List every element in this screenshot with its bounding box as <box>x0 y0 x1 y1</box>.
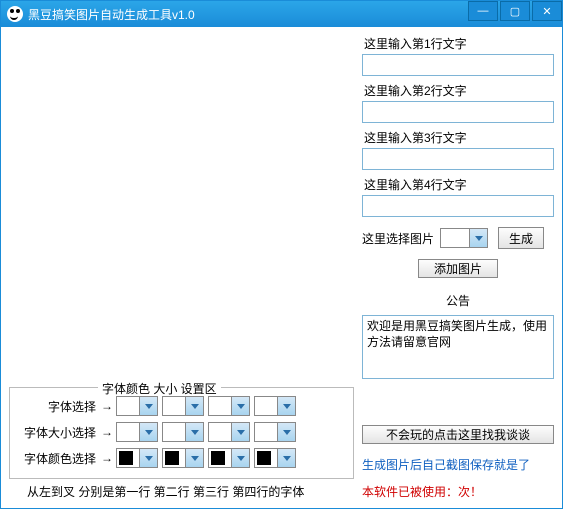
chevron-down-icon <box>139 423 157 441</box>
image-combo[interactable] <box>440 228 488 248</box>
color-select-row: 字体颜色选择 → <box>16 446 347 470</box>
image-canvas <box>9 35 354 387</box>
minimize-button[interactable]: — <box>468 1 498 21</box>
window-title: 黑豆搞笑图片自动生成工具v1.0 <box>28 6 466 23</box>
group-title: 字体颜色 大小 设置区 <box>98 380 221 397</box>
help-link-button[interactable]: 不会玩的点击这里找我谈谈 <box>362 425 554 444</box>
info-save-hint: 生成图片后自己截图保存就是了 <box>362 456 554 473</box>
add-image-button[interactable]: 添加图片 <box>418 259 498 278</box>
line4-group: 这里输入第4行文字 <box>362 176 554 217</box>
font-combo-4[interactable] <box>254 396 296 416</box>
arrow-icon: → <box>98 451 116 465</box>
font-combo-2[interactable] <box>162 396 204 416</box>
size-select-row: 字体大小选择 → <box>16 420 347 444</box>
font-combo-3[interactable] <box>208 396 250 416</box>
app-window: 黑豆搞笑图片自动生成工具v1.0 — ▢ ✕ 字体颜色 大小 设置区 字体选择 … <box>0 0 563 509</box>
info-usage-count: 本软件已被使用：次！ <box>362 483 554 500</box>
font-select-row: 字体选择 → <box>16 394 347 418</box>
titlebar[interactable]: 黑豆搞笑图片自动生成工具v1.0 — ▢ ✕ <box>1 1 562 27</box>
chevron-down-icon <box>185 423 203 441</box>
usage-suffix: 次！ <box>458 485 482 499</box>
chevron-down-icon <box>277 397 295 415</box>
image-select-row: 这里选择图片 生成 <box>362 227 554 249</box>
left-panel: 字体颜色 大小 设置区 字体选择 → 字体大小选择 → <box>9 35 354 500</box>
size-combo-1[interactable] <box>116 422 158 442</box>
arrow-icon: → <box>98 425 116 439</box>
window-controls: — ▢ ✕ <box>466 1 562 27</box>
font-select-label: 字体选择 <box>16 398 98 415</box>
right-panel: 这里输入第1行文字 这里输入第2行文字 这里输入第3行文字 这里输入第4行文字 … <box>362 35 554 500</box>
chevron-down-icon <box>277 423 295 441</box>
size-combo-4[interactable] <box>254 422 296 442</box>
line2-label: 这里输入第2行文字 <box>362 82 554 99</box>
maximize-button[interactable]: ▢ <box>500 1 530 21</box>
settings-legend: 从左到叉 分别是第一行 第二行 第三行 第四行的字体 <box>9 481 354 500</box>
image-select-label: 这里选择图片 <box>362 230 434 247</box>
generate-button[interactable]: 生成 <box>498 227 544 249</box>
font-settings-group: 字体颜色 大小 设置区 字体选择 → 字体大小选择 → <box>9 387 354 479</box>
line1-label: 这里输入第1行文字 <box>362 35 554 52</box>
line3-group: 这里输入第3行文字 <box>362 129 554 170</box>
content-area: 字体颜色 大小 设置区 字体选择 → 字体大小选择 → <box>1 27 562 508</box>
notice-textarea[interactable]: 欢迎是用黑豆搞笑图片生成，使用方法请留意官网 <box>362 315 554 379</box>
line3-label: 这里输入第3行文字 <box>362 129 554 146</box>
color-swatch-icon <box>165 451 179 465</box>
size-select-label: 字体大小选择 <box>16 424 98 441</box>
font-settings: 字体颜色 大小 设置区 字体选择 → 字体大小选择 → <box>9 387 354 500</box>
chevron-down-icon <box>231 449 249 467</box>
chevron-down-icon <box>469 229 487 247</box>
line2-group: 这里输入第2行文字 <box>362 82 554 123</box>
color-combo-3[interactable] <box>208 448 250 468</box>
chevron-down-icon <box>277 449 295 467</box>
chevron-down-icon <box>231 423 249 441</box>
chevron-down-icon <box>185 397 203 415</box>
line4-label: 这里输入第4行文字 <box>362 176 554 193</box>
chevron-down-icon <box>139 449 157 467</box>
color-combo-4[interactable] <box>254 448 296 468</box>
line4-input[interactable] <box>362 195 554 217</box>
color-swatch-icon <box>119 451 133 465</box>
chevron-down-icon <box>185 449 203 467</box>
chevron-down-icon <box>139 397 157 415</box>
app-icon <box>7 6 23 22</box>
color-swatch-icon <box>211 451 225 465</box>
size-combo-2[interactable] <box>162 422 204 442</box>
color-select-label: 字体颜色选择 <box>16 450 98 467</box>
arrow-icon: → <box>98 399 116 413</box>
line1-group: 这里输入第1行文字 <box>362 35 554 76</box>
notice-title: 公告 <box>362 292 554 309</box>
line3-input[interactable] <box>362 148 554 170</box>
line1-input[interactable] <box>362 54 554 76</box>
chevron-down-icon <box>231 397 249 415</box>
color-combo-1[interactable] <box>116 448 158 468</box>
usage-prefix: 本软件已被使用： <box>362 485 458 499</box>
color-combo-2[interactable] <box>162 448 204 468</box>
color-swatch-icon <box>257 451 271 465</box>
close-button[interactable]: ✕ <box>532 1 562 21</box>
font-combo-1[interactable] <box>116 396 158 416</box>
line2-input[interactable] <box>362 101 554 123</box>
size-combo-3[interactable] <box>208 422 250 442</box>
